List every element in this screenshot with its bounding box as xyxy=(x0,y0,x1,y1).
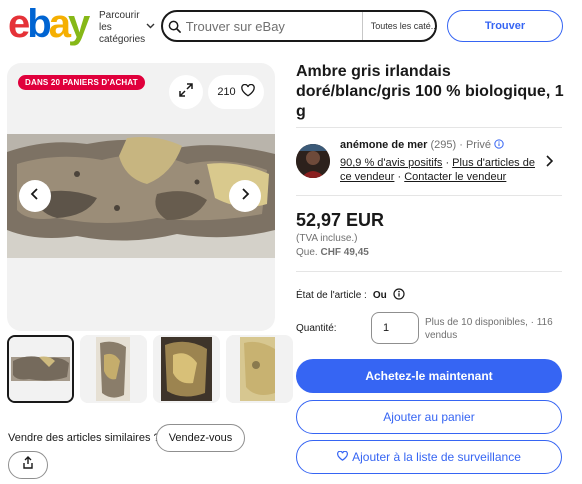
heart-icon xyxy=(337,450,349,464)
separator: · xyxy=(397,171,402,183)
info-icon[interactable] xyxy=(393,288,405,303)
approx-value: CHF 49,45 xyxy=(320,247,369,258)
share-button[interactable] xyxy=(8,451,48,479)
chevron-left-icon xyxy=(30,187,40,206)
thumbnail-strip xyxy=(7,335,293,403)
tva-note: (TVA incluse.) xyxy=(296,233,358,244)
condition-value: Ou xyxy=(372,290,387,301)
thumbnail-4[interactable] xyxy=(226,335,293,403)
in-carts-badge: DANS 20 PANIERS D'ACHAT xyxy=(18,75,145,90)
seller-links: 90,9 % d'avis positifs · Plus d'articles… xyxy=(340,156,540,184)
sell-yours-button[interactable]: Vendez-vous xyxy=(156,424,245,452)
next-image-button[interactable] xyxy=(229,180,261,212)
logo-letter-y: y xyxy=(67,2,90,46)
seller-name-line: anémone de mer (295) · Privé xyxy=(340,139,504,151)
share-icon xyxy=(22,456,34,474)
category-select-label: Toutes les caté... xyxy=(370,21,435,31)
item-title: Ambre gris irlandais doré/blanc/gris 100… xyxy=(296,63,564,120)
seller-avatar[interactable] xyxy=(296,144,330,178)
ebay-logo[interactable]: ebay xyxy=(8,2,90,46)
expand-image-button[interactable] xyxy=(169,75,203,109)
approx-price: Que. CHF 49,45 xyxy=(296,247,369,258)
chevron-down-icon xyxy=(146,21,155,32)
condition-row: État de l'article : Ou xyxy=(296,288,405,303)
search-input[interactable] xyxy=(185,13,362,39)
seller-rating-count: (295) xyxy=(430,139,457,151)
divider xyxy=(296,195,562,196)
approx-prefix: Que. xyxy=(296,247,318,258)
add-to-watchlist-label: Ajouter à la liste de surveillance xyxy=(352,450,521,464)
separator: · xyxy=(445,157,450,169)
seller-name[interactable]: anémone de mer xyxy=(340,139,427,151)
seller-type: · Privé xyxy=(459,139,492,151)
search-button[interactable]: Trouver xyxy=(447,10,563,42)
expand-icon xyxy=(178,82,194,103)
add-to-cart-button[interactable]: Ajouter au panier xyxy=(296,400,562,434)
watch-count: 210 xyxy=(217,86,236,98)
browse-categories-button[interactable]: Parcourir les catégories xyxy=(99,10,149,46)
logo-letter-a: a xyxy=(48,2,71,46)
positive-feedback-link[interactable]: 90,9 % d'avis positifs xyxy=(340,157,442,169)
availability-text: Plus de 10 disponibles, · 116 vendus xyxy=(425,317,553,341)
chevron-right-icon[interactable] xyxy=(545,154,554,170)
thumbnail-1[interactable] xyxy=(7,335,74,403)
previous-image-button[interactable] xyxy=(19,180,51,212)
divider xyxy=(296,271,562,272)
watch-count-button[interactable]: 210 xyxy=(208,75,264,109)
quantity-label: Quantité: xyxy=(296,323,337,334)
info-icon xyxy=(494,139,504,151)
quantity-input[interactable] xyxy=(371,312,419,344)
condition-label: État de l'article : xyxy=(296,290,367,301)
image-gallery: DANS 20 PANIERS D'ACHAT 210 xyxy=(7,63,275,331)
divider xyxy=(296,127,562,128)
search-bar: Toutes les caté... xyxy=(161,10,437,42)
search-icon xyxy=(163,20,186,33)
contact-seller-link[interactable]: Contacter le vendeur xyxy=(404,171,506,183)
item-price: 52,97 EUR xyxy=(296,210,385,230)
heart-icon xyxy=(240,83,255,100)
add-to-watchlist-button[interactable]: Ajouter à la liste de surveillance xyxy=(296,440,562,474)
chevron-right-icon xyxy=(240,187,250,206)
buy-now-button[interactable]: Achetez-le maintenant xyxy=(296,359,562,393)
thumbnail-2[interactable] xyxy=(80,335,147,403)
sell-similar-text: Vendre des articles similaires ? xyxy=(8,432,160,444)
category-select[interactable]: Toutes les caté... xyxy=(361,12,435,40)
logo-letter-e: e xyxy=(8,2,30,46)
logo-letter-b: b xyxy=(27,2,52,46)
thumbnail-3[interactable] xyxy=(153,335,220,403)
